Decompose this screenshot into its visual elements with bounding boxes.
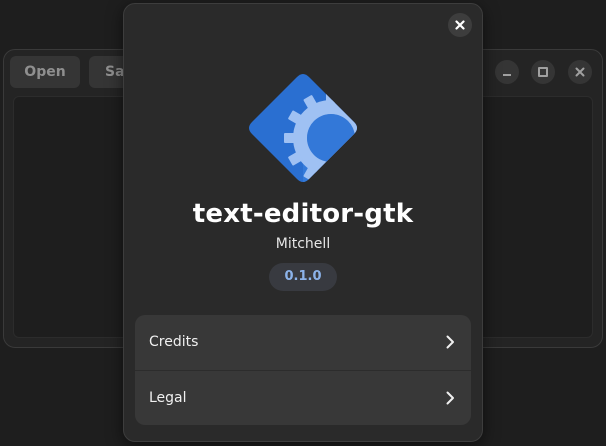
- app-name: text-editor-gtk: [192, 199, 414, 229]
- dialog-close-button[interactable]: [448, 13, 472, 37]
- credits-row[interactable]: Credits: [135, 315, 471, 370]
- window-close-button[interactable]: [568, 60, 592, 84]
- version-badge[interactable]: 0.1.0: [269, 263, 337, 291]
- legal-label: Legal: [149, 390, 187, 406]
- about-dialog: text-editor-gtk Mitchell 0.1.0 Credits L…: [123, 3, 483, 442]
- close-icon: [455, 20, 465, 30]
- maximize-button[interactable]: [531, 60, 555, 84]
- chevron-right-icon: [446, 391, 454, 405]
- developer-name: Mitchell: [275, 236, 331, 252]
- credits-label: Credits: [149, 334, 199, 350]
- about-links-list: Credits Legal: [135, 315, 471, 425]
- open-button[interactable]: Open: [10, 56, 80, 88]
- app-icon: [249, 74, 357, 182]
- maximize-icon: [538, 67, 548, 77]
- legal-row[interactable]: Legal: [135, 370, 471, 425]
- minimize-icon: [503, 74, 511, 76]
- chevron-right-icon: [446, 335, 454, 349]
- minimize-button[interactable]: [495, 60, 519, 84]
- close-icon: [575, 67, 585, 77]
